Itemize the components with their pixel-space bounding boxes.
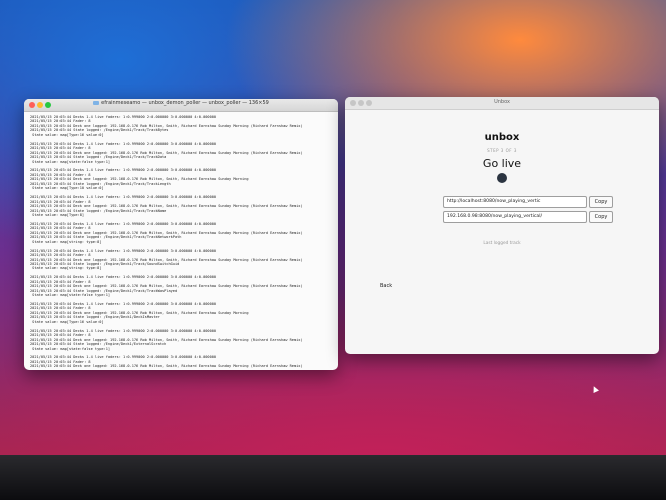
step-indicator: STEP 3 OF 3 [487,148,517,153]
monitor-bezel [0,455,666,500]
desktop-wallpaper: efrainmeseamo — unbox_demon_poller — unb… [0,0,666,455]
local-url-field[interactable]: http://localhost:8080/now_playing_vertic [443,196,587,208]
unbox-app-window[interactable]: Unbox unbox STEP 3 OF 3 Go live http://l… [345,97,659,354]
network-url-field[interactable]: 192.168.0.98:8080/now_playing_vertical/ [443,211,587,223]
page-title: Go live [482,157,522,170]
terminal-window[interactable]: efrainmeseamo — unbox_demon_poller — unb… [24,99,338,370]
url-row-local: http://localhost:8080/now_playing_vertic… [443,196,619,208]
terminal-line: 2021/05/15 20:03:44 Deck one logged: 192… [30,364,303,369]
mouse-cursor-icon [591,385,599,393]
live-status-indicator [497,173,507,183]
terminal-title: efrainmeseamo — unbox_demon_poller — unb… [24,100,338,106]
last-logged-track: Last logged track [483,241,521,246]
folder-icon [93,100,100,105]
terminal-title-text: efrainmeseamo — unbox_demon_poller — unb… [101,100,269,106]
copy-network-url-button[interactable]: Copy [589,211,613,223]
app-content: unbox STEP 3 OF 3 Go live http://localho… [345,97,659,354]
back-button[interactable]: Back [380,281,400,291]
brand-logo: unbox [484,132,520,143]
terminal-titlebar[interactable]: efrainmeseamo — unbox_demon_poller — unb… [24,99,338,112]
url-row-network: 192.168.0.98:8080/now_playing_vertical/ … [443,211,619,223]
copy-local-url-button[interactable]: Copy [589,196,613,208]
terminal-line: 2021/05/15 20:03:44 Deck one logged: 192… [30,204,303,209]
terminal-output[interactable]: 2021/05/15 20:03:44 Decks 1-4 live fader… [24,112,338,370]
